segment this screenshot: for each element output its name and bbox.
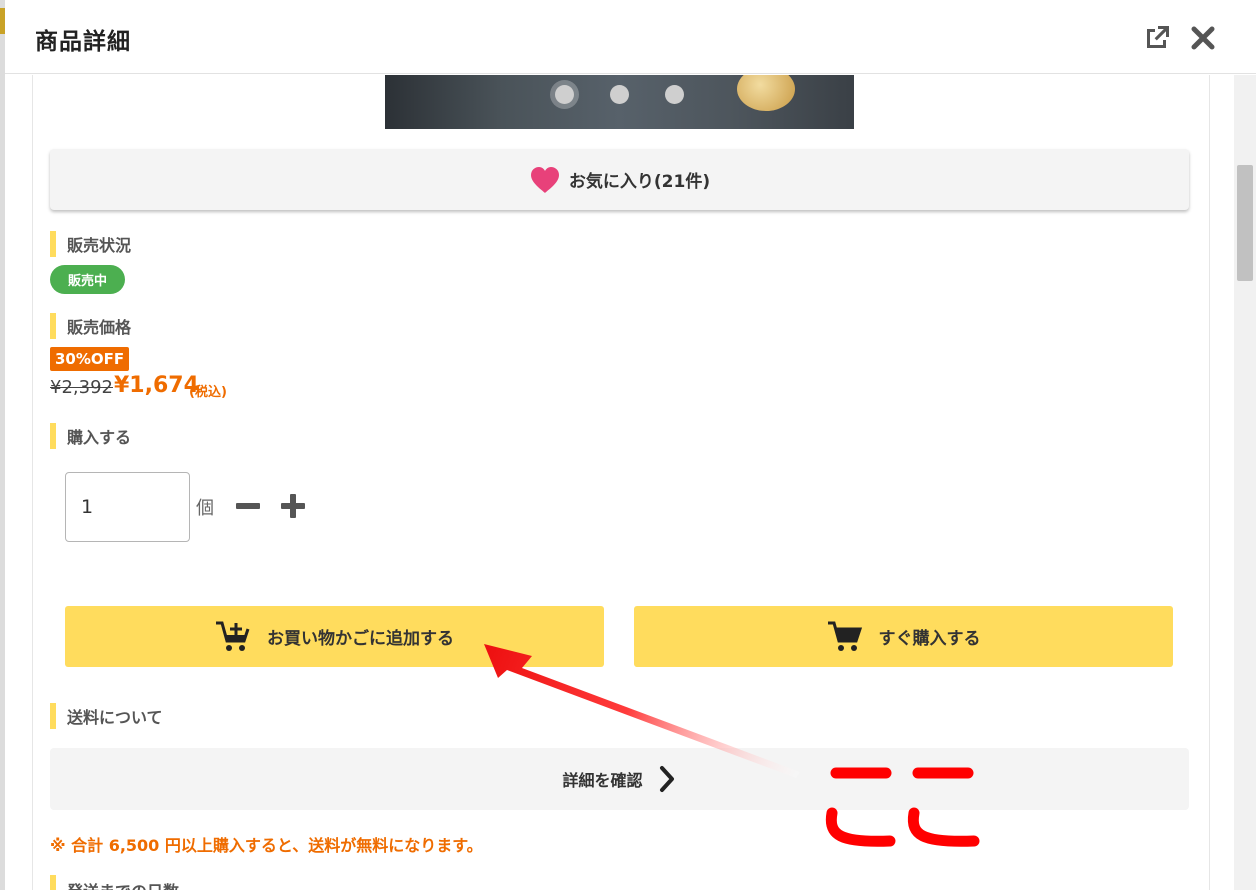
chevron-right-icon	[659, 766, 674, 792]
original-price: ¥2,392	[50, 377, 113, 398]
buy-now-label: すぐ購入する	[878, 629, 981, 649]
quantity-input[interactable]	[65, 472, 190, 542]
minus-icon	[236, 503, 260, 509]
close-icon[interactable]	[1187, 22, 1219, 54]
status-badge: 販売中	[50, 265, 125, 294]
delivery-heading: 発送までの日数	[50, 875, 179, 890]
purchase-heading: 購入する	[50, 422, 131, 450]
add-to-cart-button[interactable]: お買い物かごに追加する	[65, 606, 604, 667]
modal-header: 商品詳細	[5, 0, 1256, 74]
cart-icon	[827, 621, 862, 651]
plus-button[interactable]	[276, 489, 310, 523]
scrollbar-thumb[interactable]	[1237, 165, 1253, 281]
minus-button[interactable]	[231, 489, 265, 523]
carousel-dot[interactable]	[610, 85, 629, 104]
open-external-icon[interactable]	[1141, 22, 1173, 54]
scrollbar[interactable]	[1234, 75, 1256, 890]
current-price: ¥1,674	[114, 373, 199, 398]
annotation-label	[818, 755, 988, 855]
carousel-dot[interactable]	[555, 85, 574, 104]
plus-icon	[281, 494, 305, 518]
shipping-detail-button[interactable]: 詳細を確認	[50, 748, 1189, 810]
modal-title: 商品詳細	[35, 29, 131, 55]
quantity-unit: 個	[196, 498, 214, 519]
buy-now-button[interactable]: すぐ購入する	[634, 606, 1173, 667]
discount-badge: 30%OFF	[50, 347, 130, 371]
add-to-cart-label: お買い物かごに追加する	[267, 629, 454, 649]
background-window-edge	[0, 0, 5, 890]
favorite-button[interactable]: お気に入り(21件)	[50, 149, 1189, 210]
shipping-heading: 送料について	[50, 702, 163, 730]
sales-status-heading: 販売状況	[50, 230, 131, 258]
price-heading: 販売価格	[50, 312, 131, 340]
carousel-dot[interactable]	[665, 85, 684, 104]
favorite-label: お気に入り(21件)	[568, 172, 711, 192]
shipping-detail-label: 詳細を確認	[562, 771, 643, 790]
cart-plus-icon	[216, 621, 250, 651]
product-image	[385, 75, 854, 129]
free-shipping-note: ※ 合計 6,500 円以上購入すると、送料が無料になります。	[50, 836, 483, 855]
heart-icon	[530, 166, 559, 193]
tax-note: (税込)	[189, 385, 227, 400]
